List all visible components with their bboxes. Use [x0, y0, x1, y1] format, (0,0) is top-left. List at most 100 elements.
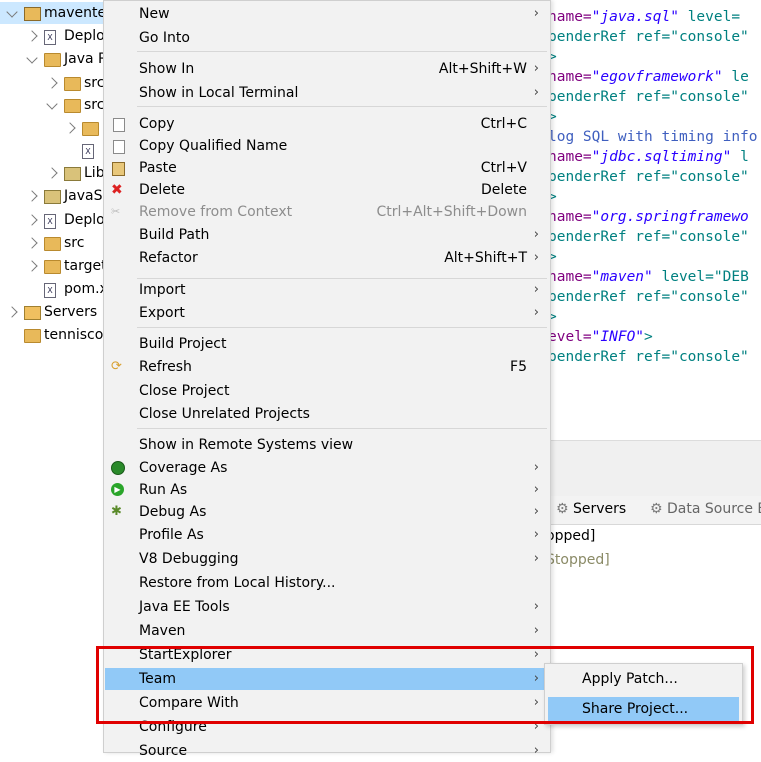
bottom-panel-tabs: ⚙ Servers ⚙ Data Source E — [540, 496, 761, 525]
tree-item[interactable]: X Deplo — [0, 25, 105, 47]
menu-item-show-in-remote-systems-view[interactable]: Show in Remote Systems view — [105, 434, 549, 456]
code-line: name="org.springframewo — [548, 209, 749, 225]
chevron-right-icon[interactable] — [26, 260, 38, 272]
chevron-right-icon: › — [533, 61, 539, 76]
chevron-right-icon[interactable] — [26, 214, 38, 226]
chevron-down-icon[interactable] — [46, 98, 58, 110]
code-line: penderRef ref="console" — [548, 349, 749, 365]
xml-editor[interactable]: name="java.sql" level= penderRef ref="con… — [540, 0, 761, 440]
code-line: name="jdbc.sqltiming" l — [548, 149, 749, 165]
menu-item-source[interactable]: Source › — [105, 740, 549, 762]
code-string: "jdbc.sqltiming" — [591, 149, 732, 165]
submenu-item-apply-patch[interactable]: Apply Patch... — [548, 667, 739, 691]
tree-item[interactable]: JavaSc — [0, 185, 110, 207]
tree-item-label: src — [64, 235, 85, 251]
tree-item[interactable] — [0, 117, 104, 139]
tree-item[interactable]: src, — [0, 94, 109, 116]
code-text: level= — [678, 9, 741, 25]
menu-item-show-in-local-terminal[interactable]: Show in Local Terminal › — [105, 82, 549, 104]
menu-item-profile-as[interactable]: Profile As › — [105, 524, 549, 546]
chevron-right-icon[interactable] — [26, 237, 38, 249]
panel-tab[interactable]: ⚙ Data Source E — [650, 501, 761, 517]
tree-item-label: Lib — [84, 165, 105, 181]
menu-item-startexplorer[interactable]: StartExplorer › — [105, 644, 549, 666]
tree-item[interactable]: X Deplo — [0, 209, 105, 231]
paste-icon — [111, 161, 125, 176]
menu-item-java-ee-tools[interactable]: Java EE Tools › — [105, 596, 549, 618]
menu-item-close-project[interactable]: Close Project — [105, 380, 549, 402]
menu-item-label: Build Path — [139, 227, 210, 243]
menu-item-debug-as[interactable]: ✱ Debug As › — [105, 501, 549, 523]
chevron-right-icon[interactable] — [26, 30, 38, 42]
code-text: penderRef ref="console" — [548, 169, 749, 185]
chevron-down-icon[interactable] — [6, 6, 18, 18]
menu-item-compare-with[interactable]: Compare With › — [105, 692, 549, 714]
menu-item-delete[interactable]: ✖ Delete Delete — [105, 179, 549, 201]
tree-item[interactable]: Java R — [0, 48, 108, 70]
code-string: "egovframework" — [591, 69, 723, 85]
menu-item-coverage-as[interactable]: Coverage As › — [105, 457, 549, 479]
code-line: name="egovframework" le — [548, 69, 749, 85]
submenu-item-label: Apply Patch... — [582, 671, 678, 687]
chevron-right-icon: › — [533, 85, 539, 100]
code-attr: evel= — [548, 329, 592, 345]
tree-item[interactable]: tenniscor — [0, 324, 109, 346]
menu-item-import[interactable]: Import › — [105, 279, 549, 301]
menu-item-refresh[interactable]: ⟳ Refresh F5 — [105, 356, 549, 378]
chevron-right-icon: › — [533, 6, 539, 21]
menu-item-run-as[interactable]: ▶ Run As › — [105, 479, 549, 501]
menu-item-paste[interactable]: Paste Ctrl+V — [105, 157, 549, 179]
menu-item-show-in[interactable]: Show In Alt+Shift+W › — [105, 58, 549, 80]
chevron-right-icon[interactable] — [46, 167, 58, 179]
menu-item-label: V8 Debugging — [139, 551, 239, 567]
menu-item-restore-from-local-history[interactable]: Restore from Local History... — [105, 572, 549, 594]
chevron-right-icon[interactable] — [26, 190, 38, 202]
chevron-right-icon: › — [533, 282, 539, 297]
menu-item-v8-debugging[interactable]: V8 Debugging › — [105, 548, 549, 570]
tree-item-label: Java R — [64, 51, 108, 67]
chevron-right-icon[interactable] — [46, 77, 58, 89]
menu-item-label: Run As — [139, 482, 188, 498]
menu-item-team[interactable]: Team › — [105, 668, 549, 690]
chevron-right-icon: › — [533, 482, 539, 497]
submenu-item-share-project[interactable]: Share Project... — [548, 697, 739, 721]
menu-item-maven[interactable]: Maven › — [105, 620, 549, 642]
menu-item-label: Show In — [139, 61, 195, 77]
menu-item-close-unrelated-projects[interactable]: Close Unrelated Projects — [105, 403, 549, 425]
menu-item-copy-qualified-name[interactable]: Copy Qualified Name — [105, 135, 549, 157]
tree-item-label: target — [64, 258, 107, 274]
menu-item-label: Show in Local Terminal — [139, 85, 299, 101]
tree-item[interactable]: X — [0, 139, 104, 161]
tree-item[interactable]: src — [0, 232, 104, 254]
menu-separator — [137, 428, 547, 429]
menu-item-build-path[interactable]: Build Path › — [105, 224, 549, 246]
tree-item[interactable]: Lib — [0, 162, 105, 184]
menu-item-shortcut: Ctrl+V — [480, 160, 527, 176]
chevron-right-icon[interactable] — [64, 122, 76, 134]
menu-item-go-into[interactable]: Go Into — [105, 27, 549, 49]
chevron-down-icon[interactable] — [26, 52, 38, 64]
code-attr: name= — [548, 9, 592, 25]
menu-item-label: Debug As — [139, 504, 207, 520]
menu-item-label: Restore from Local History... — [139, 575, 336, 591]
tree-item[interactable]: target — [0, 255, 107, 277]
menu-item-copy[interactable]: Copy Ctrl+C — [105, 113, 549, 135]
srv-icon — [24, 306, 41, 320]
menu-separator — [137, 106, 547, 107]
tree-item[interactable]: mavente — [0, 2, 106, 24]
menu-item-configure[interactable]: Configure › — [105, 716, 549, 738]
menu-item-build-project[interactable]: Build Project — [105, 333, 549, 355]
chevron-right-icon[interactable] — [6, 306, 18, 318]
menu-item-refactor[interactable]: Refactor Alt+Shift+T › — [105, 247, 549, 269]
tree-item[interactable]: Xpom.x — [0, 278, 108, 300]
chevron-right-icon: › — [533, 647, 539, 662]
tree-item[interactable]: src, — [0, 72, 109, 94]
tree-item[interactable]: Servers — [0, 301, 104, 323]
panel-tab[interactable]: ⚙ Servers — [556, 501, 626, 517]
chevron-right-icon: › — [533, 305, 539, 320]
chevron-right-icon: › — [533, 695, 539, 710]
code-text: penderRef ref="console" — [548, 289, 749, 305]
menu-item-export[interactable]: Export › — [105, 302, 549, 324]
menu-item-new[interactable]: New › — [105, 3, 549, 25]
code-text: > — [644, 329, 653, 345]
